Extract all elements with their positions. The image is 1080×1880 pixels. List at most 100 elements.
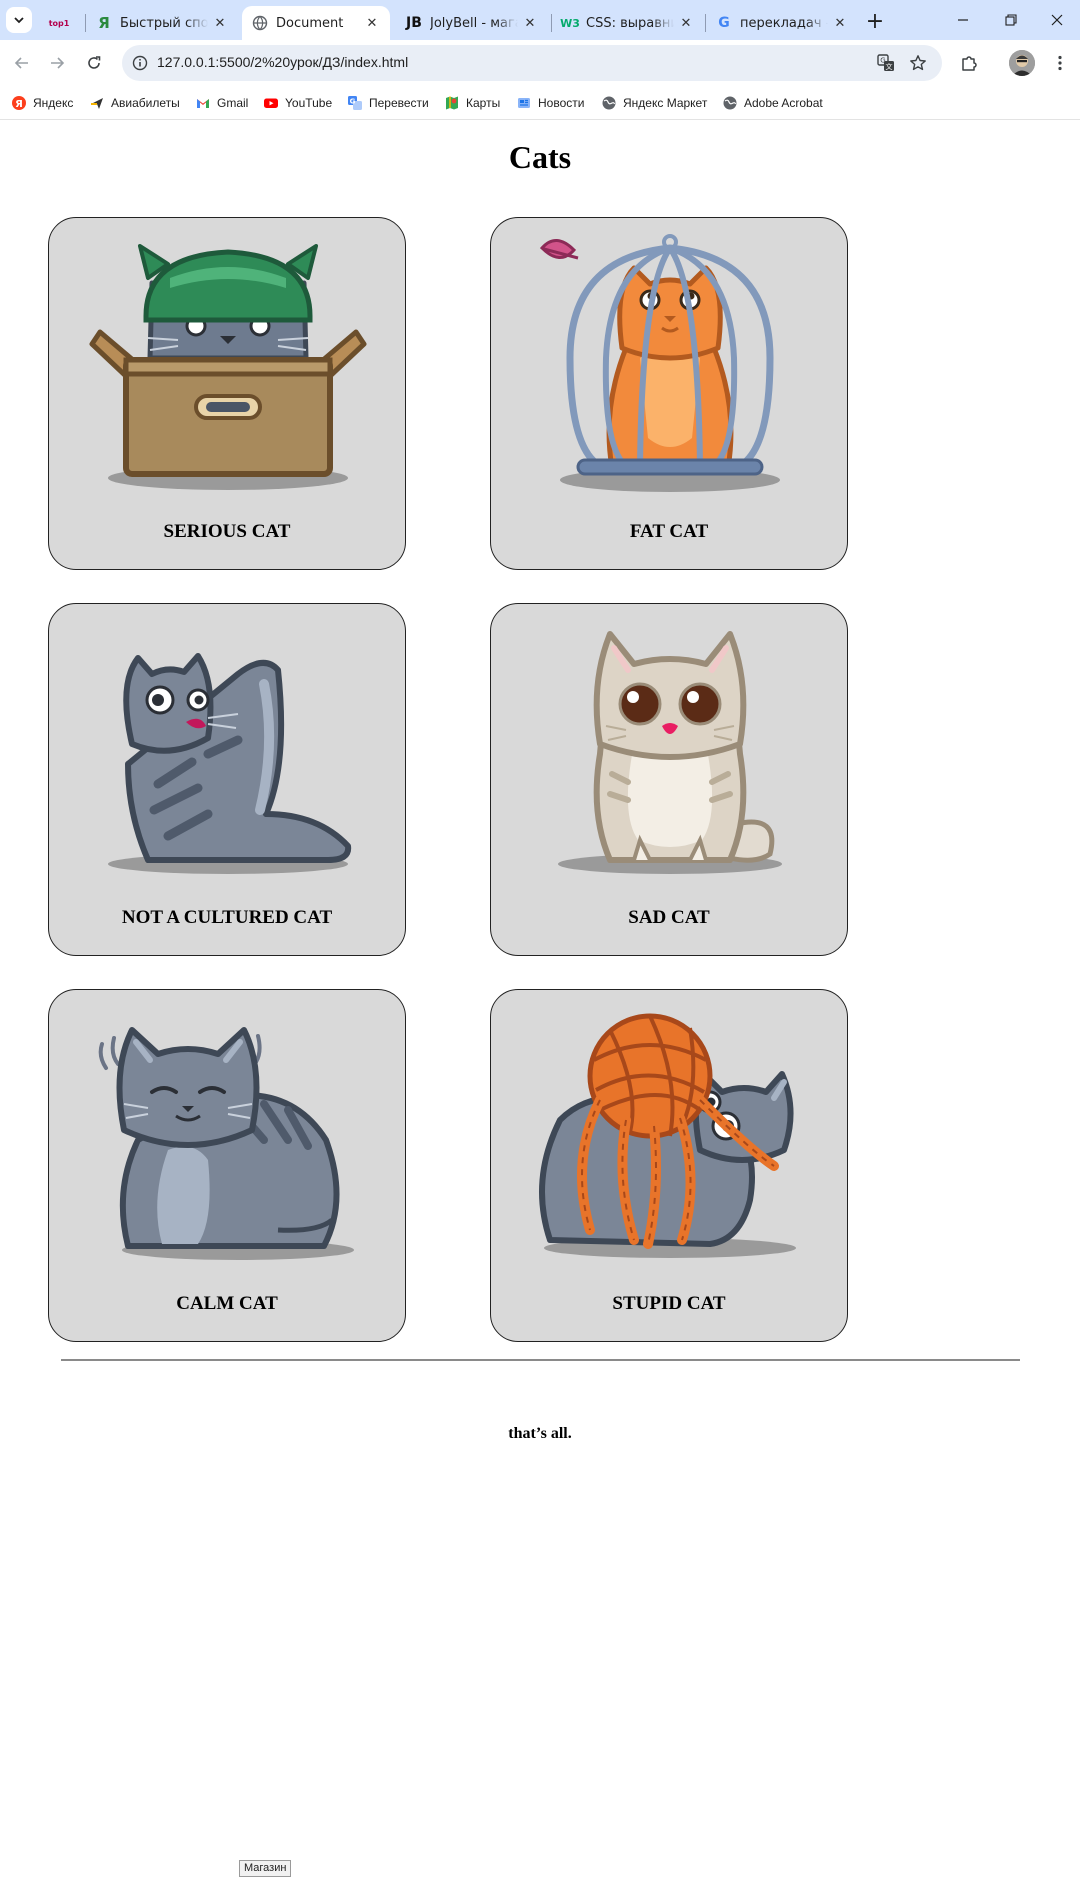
- extensions-icon[interactable]: [957, 51, 981, 75]
- close-tab-icon[interactable]: ✕: [678, 15, 694, 31]
- url-text[interactable]: 127.0.0.1:5500/2%20урок/ДЗ/index.html: [157, 54, 408, 70]
- reload-icon: [88, 56, 101, 69]
- page-title: Cats: [508, 139, 572, 175]
- minimize-button[interactable]: [940, 0, 986, 40]
- bookmark-yandex-market[interactable]: Яндекс Маркет: [601, 92, 707, 114]
- address-bar[interactable]: 127.0.0.1:5500/2%20урок/ДЗ/index.html 文G: [122, 45, 942, 81]
- google-favicon-icon: G: [718, 15, 730, 31]
- tab-google-search[interactable]: G перекладач - Поиск ✕: [706, 6, 858, 40]
- card-caption: STUPID CAT: [612, 1293, 726, 1314]
- bookmark-label: Карты: [466, 96, 501, 110]
- close-tab-icon[interactable]: ✕: [212, 15, 228, 31]
- arrow-right-icon: [51, 57, 65, 69]
- cat-card-serious: SERIOUS CAT: [48, 217, 406, 570]
- tab-yandex[interactable]: Я Быстрый способ ✕: [86, 6, 238, 40]
- yandex-favicon-icon: Я: [98, 14, 110, 32]
- cat-card-not-cultured: NOT A CULTURED CAT: [48, 603, 406, 956]
- bookmark-label: Яндекс: [33, 96, 74, 110]
- restore-button[interactable]: [988, 0, 1034, 40]
- site-info-icon[interactable]: [130, 53, 150, 73]
- beige-cat-big-eyes-image: [530, 614, 810, 884]
- svg-text:文: 文: [886, 62, 893, 71]
- bookmark-label: Яндекс Маркет: [623, 96, 708, 110]
- svg-text:Я: Я: [15, 99, 23, 110]
- gmail-icon: [195, 95, 211, 111]
- browser-toolbar: 127.0.0.1:5500/2%20урок/ДЗ/index.html 文G: [0, 40, 1080, 86]
- new-tab-button[interactable]: +: [862, 8, 888, 34]
- bookmark-label: Перевести: [369, 96, 429, 110]
- card-caption: NOT A CULTURED CAT: [121, 907, 333, 928]
- forward-button[interactable]: [43, 49, 71, 77]
- translate-page-icon[interactable]: 文G: [876, 53, 896, 73]
- close-tab-icon[interactable]: ✕: [522, 15, 538, 31]
- tab-w3schools[interactable]: W3 CSS: выравнивание ✕: [552, 6, 704, 40]
- cat-card-calm: CALM CAT: [48, 989, 406, 1342]
- card-caption: SERIOUS CAT: [163, 521, 291, 542]
- restore-icon: [1005, 14, 1017, 26]
- cat-card-fat: FAT CAT: [490, 217, 848, 570]
- bookmark-gmail[interactable]: Gmail: [195, 92, 248, 114]
- youtube-icon: [263, 95, 279, 111]
- bookmark-star-icon[interactable]: [908, 53, 928, 73]
- globe-icon: [252, 15, 268, 31]
- back-button[interactable]: [8, 49, 36, 77]
- svg-text:G: G: [880, 57, 885, 65]
- close-tab-icon[interactable]: ✕: [364, 15, 380, 31]
- tab-title: JolyBell - магазин: [430, 15, 518, 31]
- bookmark-label: Gmail: [217, 96, 249, 110]
- cat-card-stupid: STUPID CAT: [490, 989, 848, 1342]
- maps-icon: [444, 95, 460, 111]
- tab-strip: top1 Я Быстрый способ ✕ Document ✕ JB Jo…: [0, 0, 1080, 40]
- jolybell-favicon-icon: JB: [406, 15, 422, 31]
- tab-search-button[interactable]: [6, 7, 32, 33]
- bookmark-youtube[interactable]: YouTube: [263, 92, 332, 114]
- bookmark-label: Авиабилеты: [111, 96, 180, 110]
- bookmark-label: Adobe Acrobat: [744, 96, 823, 110]
- bookmark-news[interactable]: Новости: [516, 92, 584, 114]
- chevron-down-icon: [14, 17, 24, 24]
- cat-in-box-image: [88, 228, 368, 498]
- reload-button[interactable]: [80, 49, 108, 77]
- page-content: Cats SERIOUS CAT FAT CAT NOT A CULTURED …: [0, 121, 1080, 1880]
- w3schools-favicon-icon: W3: [560, 16, 580, 30]
- close-tab-icon[interactable]: ✕: [832, 15, 848, 31]
- yandex-icon: Я: [11, 95, 27, 111]
- orange-cat-in-cage-image: [530, 228, 810, 498]
- bookmark-adobe-acrobat[interactable]: Adobe Acrobat: [722, 92, 823, 114]
- bookmark-maps[interactable]: Карты: [444, 92, 500, 114]
- profile-avatar[interactable]: [1009, 50, 1035, 76]
- bookmark-yandex[interactable]: Я Яндекс: [11, 92, 73, 114]
- news-icon: [516, 95, 532, 111]
- card-caption: CALM CAT: [176, 1293, 278, 1314]
- bookmark-label: Новости: [538, 96, 585, 110]
- bookmark-aviabilety[interactable]: Авиабилеты: [89, 92, 180, 114]
- close-window-button[interactable]: [1034, 0, 1080, 40]
- close-icon: [1051, 14, 1063, 26]
- tab-title: Быстрый способ: [120, 15, 208, 31]
- top1-favicon-icon: top1: [48, 18, 70, 28]
- bookmarks-bar: Я Яндекс Авиабилеты Gmail YouTube G Пере…: [0, 86, 1080, 120]
- avatar-icon: [1009, 50, 1035, 76]
- gray-cat-eyes-closed-image: [88, 1000, 368, 1270]
- arrow-left-icon: [14, 57, 28, 69]
- tab-title: Document: [276, 15, 344, 31]
- tab-title: перекладач - Поиск: [740, 15, 828, 31]
- bookmark-label: YouTube: [285, 96, 333, 110]
- tab-title: CSS: выравнивание: [586, 15, 674, 31]
- horizontal-rule: [61, 1359, 1020, 1361]
- gray-cat-licking-image: [88, 614, 368, 884]
- tab-top1[interactable]: top1: [38, 6, 84, 40]
- plane-icon: [89, 95, 105, 111]
- cat-card-sad: SAD CAT: [490, 603, 848, 956]
- tab-jolybell[interactable]: JB JolyBell - магазин ✕: [396, 6, 548, 40]
- tab-document[interactable]: Document ✕: [242, 6, 390, 40]
- bookmark-translate[interactable]: G Перевести: [347, 92, 429, 114]
- gray-cat-tangled-yarn-image: [530, 1000, 810, 1270]
- translate-icon: G: [347, 95, 363, 111]
- svg-text:G: G: [350, 97, 356, 105]
- more-vertical-icon: [1058, 55, 1062, 71]
- globe-icon: [601, 95, 617, 111]
- browser-menu-button[interactable]: [1048, 51, 1072, 75]
- footer-text: that’s all.: [508, 1425, 572, 1442]
- card-caption: SAD CAT: [628, 907, 710, 928]
